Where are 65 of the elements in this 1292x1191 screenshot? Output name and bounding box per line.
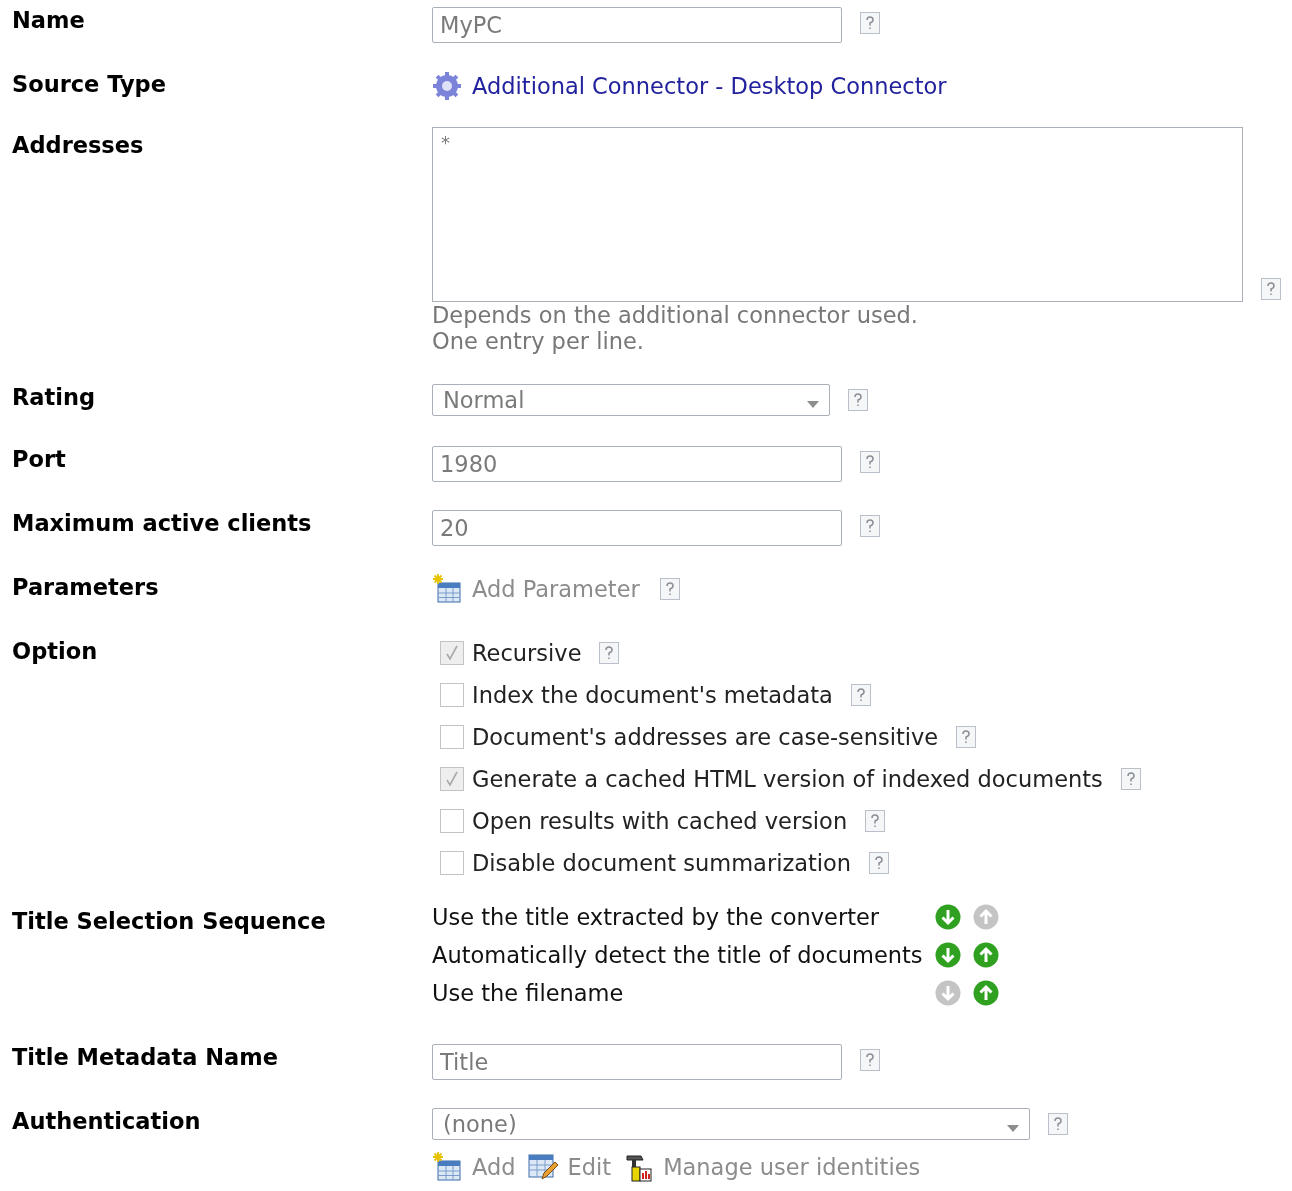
caret-icon: [1007, 1124, 1019, 1132]
help-icon[interactable]: [659, 578, 680, 600]
help-icon[interactable]: [848, 389, 868, 411]
help-icon[interactable]: [860, 451, 880, 473]
add-table-icon[interactable]: [432, 1152, 462, 1182]
help-icon[interactable]: [860, 515, 880, 537]
caret-icon: [807, 400, 819, 408]
add-table-icon[interactable]: [432, 574, 462, 604]
sequence-item: Use the filename: [432, 979, 625, 1008]
dropdown[interactable]: Normal: [432, 384, 830, 416]
help-icon[interactable]: [860, 12, 880, 34]
option-label: Disable document summarization: [472, 850, 852, 876]
move-down-icon[interactable]: [934, 942, 961, 968]
sequence-item: Use the title extracted by the converter: [432, 903, 881, 932]
action-link[interactable]: Manage user identities: [663, 1154, 921, 1180]
field-label: Parameters: [12, 574, 160, 602]
field-label: Maximum active clients: [12, 510, 313, 538]
hint-text: Depends on the additional connector used.: [432, 302, 919, 328]
hint-text: One entry per line.: [432, 328, 645, 354]
text-field[interactable]: 20: [432, 510, 842, 546]
field-label: Option: [12, 637, 99, 666]
option-label: Recursive: [472, 640, 582, 666]
checkbox[interactable]: [440, 851, 464, 875]
option-label: Open results with cached version: [472, 808, 848, 834]
move-down-icon[interactable]: [934, 904, 961, 930]
field-label: Source Type: [12, 71, 167, 99]
text-field[interactable]: MyPC: [432, 7, 842, 43]
field-label: Title Selection Sequence: [12, 907, 327, 936]
checkbox[interactable]: [440, 683, 464, 707]
edit-table-icon[interactable]: [527, 1152, 558, 1182]
help-icon[interactable]: [869, 852, 890, 874]
text-field[interactable]: 1980: [432, 446, 842, 482]
dropdown[interactable]: (none): [432, 1108, 1030, 1140]
text-field[interactable]: Title: [432, 1044, 842, 1080]
help-icon[interactable]: [850, 684, 871, 706]
checkbox[interactable]: [440, 641, 464, 665]
action-link[interactable]: Edit: [567, 1154, 612, 1180]
sequence-item: Automatically detect the title of documents: [432, 941, 923, 970]
action-link[interactable]: Add Parameter: [472, 576, 640, 602]
help-icon[interactable]: [599, 642, 620, 664]
gear-icon: [432, 71, 462, 101]
field-label: Addresses: [12, 131, 145, 160]
field-label: Rating: [12, 384, 97, 412]
option-label: Index the document's metadata: [472, 682, 833, 708]
field-label: Port: [12, 446, 67, 474]
option-label: Document's addresses are case-sensitive: [472, 724, 939, 750]
field-label: Name: [12, 7, 86, 35]
help-icon[interactable]: [860, 1049, 880, 1071]
field-label: Authentication: [12, 1108, 202, 1136]
checkbox[interactable]: [440, 809, 464, 833]
help-icon[interactable]: [1120, 768, 1141, 790]
checkbox[interactable]: [440, 725, 464, 749]
help-icon[interactable]: [956, 726, 977, 748]
field-label: Title Metadata Name: [12, 1044, 279, 1072]
move-up-icon[interactable]: [972, 942, 999, 968]
addresses-field[interactable]: *: [432, 127, 1243, 302]
help-icon[interactable]: [1261, 278, 1281, 300]
move-up-icon[interactable]: [972, 980, 999, 1006]
option-label: Generate a cached HTML version of indexed documents: [472, 766, 1103, 792]
checkbox[interactable]: [440, 767, 464, 791]
action-link[interactable]: Add: [472, 1154, 516, 1180]
source-type-link[interactable]: Additional Connector - Desktop Connector: [472, 73, 947, 99]
hammer-box-icon[interactable]: [623, 1152, 654, 1182]
help-icon[interactable]: [1048, 1113, 1068, 1135]
help-icon[interactable]: [865, 810, 886, 832]
